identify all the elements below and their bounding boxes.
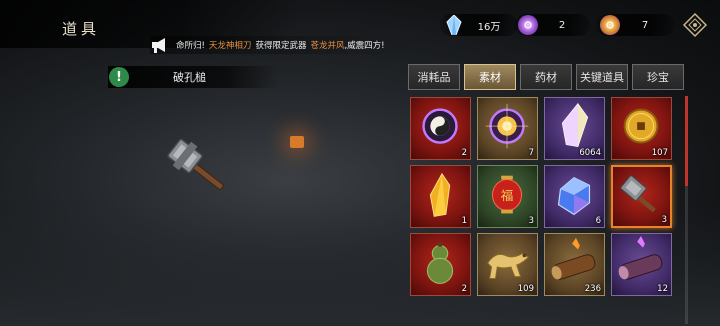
- item-slot[interactable]: 107: [611, 97, 672, 160]
- item-grid: 2 7 6064 107 1 福 3 6 3 2 109 236 12: [410, 97, 676, 296]
- notice-middle: 获得限定武器: [255, 41, 307, 51]
- currency-crystal[interactable]: 16万: [440, 14, 518, 36]
- selected-item-name-bar: ! 破孔槌: [108, 66, 278, 88]
- orange-orb-icon: [600, 15, 620, 35]
- item-count: 236: [584, 284, 601, 294]
- item-count: 7: [528, 148, 534, 158]
- currency-orange-value: 7: [641, 19, 649, 31]
- tab-herbs[interactable]: 药材: [520, 64, 572, 90]
- item-slot[interactable]: 109: [477, 233, 538, 296]
- item-count: 2: [461, 284, 467, 294]
- selected-item-name: 破孔槌: [173, 71, 206, 84]
- item-count: 3: [528, 216, 534, 226]
- page-title: 道具: [62, 20, 101, 38]
- item-count: 6064: [579, 148, 601, 158]
- item-slot[interactable]: 6064: [544, 97, 605, 160]
- item-slot[interactable]: 6: [544, 165, 605, 228]
- tab-treasures[interactable]: 珍宝: [632, 64, 684, 90]
- item-count: 109: [517, 284, 534, 294]
- tab-consumables[interactable]: 消耗品: [408, 64, 460, 90]
- item-count: 2: [461, 148, 467, 158]
- menu-emblem-icon[interactable]: [682, 12, 708, 38]
- item-slot[interactable]: 12: [611, 233, 672, 296]
- category-tabs: 消耗品 素材 药材 关键道具 珍宝: [408, 64, 684, 90]
- item-count: 6: [595, 216, 601, 226]
- item-slot[interactable]: 2: [410, 97, 471, 160]
- currency-purple-value: 2: [558, 19, 566, 31]
- grid-scrollbar-thumb[interactable]: [685, 96, 688, 186]
- currency-purple-orb[interactable]: 2: [514, 14, 590, 36]
- background-lantern: [290, 136, 304, 148]
- item-count: 107: [651, 148, 668, 158]
- svg-text:福: 福: [501, 188, 514, 203]
- currency-crystal-value: 16万: [477, 21, 501, 33]
- announcement-banner: 命所归! 天龙神相刀 获得限定武器 苍龙并风 ,威震四方!: [150, 36, 405, 54]
- currency-orange-orb[interactable]: 7: [596, 14, 674, 36]
- exclamation-icon[interactable]: !: [109, 67, 129, 87]
- hammer-preview-icon: [167, 138, 224, 190]
- item-slot[interactable]: 7: [477, 97, 538, 160]
- item-slot[interactable]: 福 3: [477, 165, 538, 228]
- tab-materials[interactable]: 素材: [464, 64, 516, 90]
- item-slot[interactable]: 1: [410, 165, 471, 228]
- item-slot[interactable]: 2: [410, 233, 471, 296]
- notice-suffix: ,威震四方!: [344, 41, 385, 51]
- notice-weapon: 天龙神相刀: [208, 41, 252, 51]
- megaphone-icon: [152, 38, 165, 53]
- notice-prefix: 命所归!: [176, 41, 205, 51]
- notice-skin: 苍龙并风: [310, 41, 345, 51]
- tab-key-items[interactable]: 关键道具: [576, 64, 628, 90]
- item-slot[interactable]: 236: [544, 233, 605, 296]
- item-count: 1: [461, 216, 467, 226]
- purple-orb-icon: [518, 15, 538, 35]
- item-slot-selected[interactable]: 3: [611, 165, 672, 228]
- crystal-icon: [444, 15, 464, 35]
- item-count: 3: [661, 215, 667, 225]
- item-count: 12: [657, 284, 668, 294]
